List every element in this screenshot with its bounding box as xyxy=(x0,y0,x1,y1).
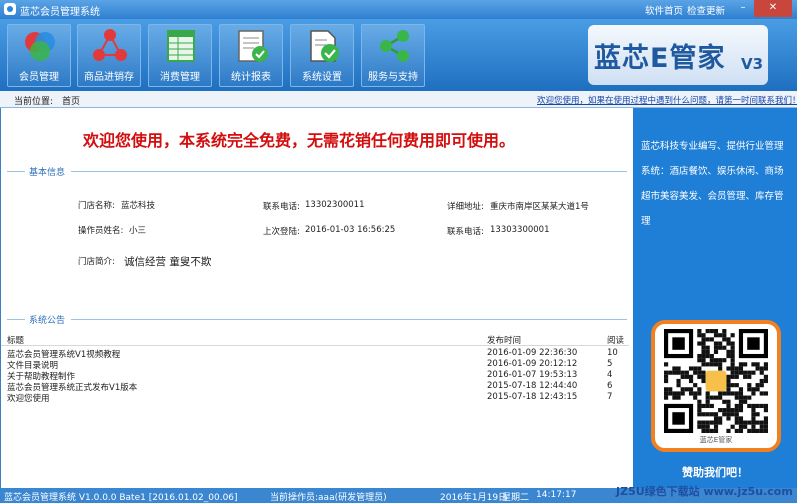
qr-code xyxy=(664,329,768,433)
settings-button[interactable]: 系统设置 xyxy=(290,24,354,87)
row-reads: 7 xyxy=(607,392,613,402)
consumption-label: 消费管理 xyxy=(160,72,200,83)
window-title: 蓝芯会员管理系统 xyxy=(20,7,100,18)
row-reads: 10 xyxy=(607,348,618,358)
divider xyxy=(7,171,25,172)
contact-message-link[interactable]: 欢迎您使用，如果在使用过程中遇到什么问题，请第一时间联系我们！ xyxy=(537,94,797,106)
last-login-value: 2016-01-03 16:56:25 xyxy=(305,225,396,235)
service-button[interactable]: 服务与支持 xyxy=(361,24,425,87)
members-label: 会员管理 xyxy=(19,72,59,83)
breadcrumb[interactable]: 首页 xyxy=(62,94,80,107)
status-time: 14:17:17 xyxy=(536,490,577,500)
divider xyxy=(71,171,627,172)
announce-title: 系统公告 xyxy=(29,316,66,326)
service-label: 服务与支持 xyxy=(368,72,418,83)
column-title[interactable]: 标题 xyxy=(7,334,24,346)
divider xyxy=(7,319,25,320)
products-label: 商品进销存 xyxy=(84,72,134,83)
column-time[interactable]: 发布时间 xyxy=(487,334,521,346)
phone2-value: 13303300001 xyxy=(490,225,550,235)
version-info: 蓝芯会员管理系统 V1.0.0.0 Bate1 [2016.01.02_00.0… xyxy=(4,493,238,503)
basic-info-title: 基本信息 xyxy=(29,168,66,178)
home-link[interactable]: 软件首页 xyxy=(645,3,683,17)
row-reads: 6 xyxy=(607,381,613,391)
announcement-table: 标题 发布时间 阅读 蓝芯会员管理系统V1视频教程 2016-01-09 22:… xyxy=(1,333,629,413)
reports-button[interactable]: 统计报表 xyxy=(219,24,283,87)
operator-value: 小三 xyxy=(129,226,147,236)
company-intro: 蓝芯科技专业编写、提供行业管理系统：酒店餐饮、娱乐休闲、商场超市美容美发、会员管… xyxy=(641,141,784,227)
products-icon xyxy=(93,29,127,61)
status-weekday: 星期二 xyxy=(502,493,530,503)
right-sidebar: 蓝芯科技专业编写、提供行业管理系统：酒店餐饮、娱乐休闲、商场超市美容美发、会员管… xyxy=(633,108,797,488)
phone-value: 13302300011 xyxy=(305,200,365,210)
consumption-icon xyxy=(167,30,195,62)
welcome-banner: 欢迎您使用，本系统完全免费，无需花销任何费用即可使用。 xyxy=(83,131,516,150)
reports-label: 统计报表 xyxy=(231,72,271,83)
reports-icon xyxy=(238,30,268,62)
qr-code-box: 蓝芯E管家 xyxy=(651,320,781,452)
consumption-button[interactable]: 消费管理 xyxy=(148,24,212,87)
members-button[interactable]: 会员管理 xyxy=(7,24,71,87)
table-header: 标题 发布时间 阅读 xyxy=(1,333,629,346)
qr-caption: 蓝芯E管家 xyxy=(699,436,733,444)
status-date: 2016年1月19日 xyxy=(440,493,508,503)
phone-label: 联系电话: xyxy=(263,202,300,212)
watermark: JZ5U绿色下载站 www.jz5u.com xyxy=(616,485,793,498)
row-reads: 4 xyxy=(607,370,613,380)
settings-icon xyxy=(310,30,339,62)
row-time: 2015-07-18 12:43:15 xyxy=(487,392,578,402)
row-time: 2016-01-07 19:53:13 xyxy=(487,370,578,380)
update-link[interactable]: 检查更新 xyxy=(687,3,725,17)
phone2-label: 联系电话: xyxy=(447,227,484,237)
divider xyxy=(71,319,627,320)
brand-version: V3 xyxy=(741,55,764,73)
intro-label: 门店简介: xyxy=(78,257,115,267)
main-toolbar: 会员管理 商品进销存 消费管理 统计报表 系统设置 服务与支持 蓝芯E管家 V3 xyxy=(0,19,797,91)
settings-label: 系统设置 xyxy=(302,72,342,83)
store-name-value: 蓝芯科技 xyxy=(121,201,156,211)
current-operator: 当前操作员:aaa(研发管理员) xyxy=(270,493,387,503)
location-bar: 当前位置: 首页 欢迎您使用，如果在使用过程中遇到什么问题，请第一时间联系我们！ xyxy=(0,91,797,108)
title-bar: 蓝芯会员管理系统 软件首页 检查更新 – ✕ xyxy=(0,0,797,19)
location-label: 当前位置: xyxy=(14,97,54,107)
sponsor-link[interactable]: 赞助我们吧！ xyxy=(633,464,797,480)
last-login-label: 上次登陆: xyxy=(263,227,300,237)
members-icon xyxy=(25,32,55,61)
intro-value: 诚信经营 童叟不欺 xyxy=(124,256,212,268)
service-icon xyxy=(380,30,409,62)
row-time: 2016-01-09 22:36:30 xyxy=(487,348,578,358)
products-button[interactable]: 商品进销存 xyxy=(77,24,141,87)
brand-logo: 蓝芯E管家 V3 xyxy=(588,25,768,85)
address-label: 详细地址: xyxy=(447,202,484,212)
row-title: 欢迎您使用 xyxy=(7,394,50,404)
row-time: 2015-07-18 12:44:40 xyxy=(487,381,578,391)
row-reads: 5 xyxy=(607,359,613,369)
operator-label: 操作员姓名: xyxy=(78,226,124,236)
main-panel: 欢迎您使用，本系统完全免费，无需花销任何费用即可使用。 基本信息 门店名称: 蓝… xyxy=(0,108,633,488)
address-value: 重庆市南岸区某某大道1号 xyxy=(490,202,589,212)
store-name-label: 门店名称: xyxy=(78,201,115,211)
close-icon[interactable]: ✕ xyxy=(754,0,792,17)
minimize-icon[interactable]: – xyxy=(733,0,753,17)
app-icon xyxy=(4,3,16,15)
row-time: 2016-01-09 20:12:12 xyxy=(487,359,578,369)
column-reads[interactable]: 阅读 xyxy=(607,334,624,346)
brand-name: 蓝芯E管家 xyxy=(594,43,726,74)
